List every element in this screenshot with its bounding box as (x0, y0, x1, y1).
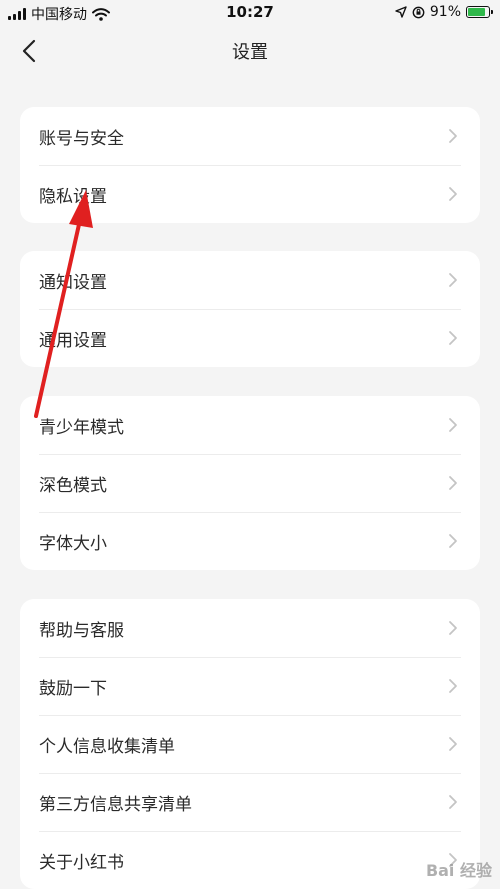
chevron-right-icon (449, 476, 457, 490)
settings-item-dark-mode[interactable]: 深色模式 (20, 454, 480, 512)
chevron-right-icon (449, 331, 457, 345)
battery-icon (466, 6, 493, 18)
settings-item-font-size[interactable]: 字体大小 (20, 512, 480, 570)
orientation-lock-icon (412, 6, 425, 18)
settings-group-general: 通知设置 通用设置 (20, 251, 480, 367)
settings-item-notifications[interactable]: 通知设置 (20, 251, 480, 309)
settings-item-label: 第三方信息共享清单 (39, 794, 192, 815)
settings-item-personal-info-list[interactable]: 个人信息收集清单 (20, 715, 480, 773)
page-title: 设置 (232, 42, 268, 63)
status-right: 91% (395, 4, 493, 20)
settings-item-about[interactable]: 关于小红书 (20, 831, 480, 889)
chevron-right-icon (449, 129, 457, 143)
settings-item-label: 通知设置 (39, 272, 107, 293)
chevron-right-icon (449, 187, 457, 201)
settings-item-account-security[interactable]: 账号与安全 (20, 107, 480, 165)
nav-bar: 设置 (0, 28, 500, 74)
settings-item-label: 深色模式 (39, 475, 107, 496)
settings-group-display: 青少年模式 深色模式 字体大小 (20, 396, 480, 570)
chevron-right-icon (449, 795, 457, 809)
settings-item-label: 账号与安全 (39, 128, 124, 149)
settings-item-label: 个人信息收集清单 (39, 736, 175, 757)
chevron-right-icon (449, 273, 457, 287)
settings-item-label: 帮助与客服 (39, 620, 124, 641)
settings-item-label: 通用设置 (39, 330, 107, 351)
status-bar: 中国移动 10:27 91% (0, 0, 500, 28)
settings-item-teen-mode[interactable]: 青少年模式 (20, 396, 480, 454)
settings-item-label: 隐私设置 (39, 186, 107, 207)
settings-item-help[interactable]: 帮助与客服 (20, 599, 480, 657)
watermark: Bai 经验 (425, 861, 492, 880)
settings-item-label: 字体大小 (39, 533, 107, 554)
battery-cap (491, 10, 493, 14)
settings-item-privacy[interactable]: 隐私设置 (20, 165, 480, 223)
settings-item-third-party-list[interactable]: 第三方信息共享清单 (20, 773, 480, 831)
chevron-right-icon (449, 679, 457, 693)
settings-group-account: 账号与安全 隐私设置 (20, 107, 480, 223)
battery-fill (468, 8, 485, 16)
chevron-right-icon (449, 418, 457, 432)
settings-item-label: 鼓励一下 (39, 678, 107, 699)
chevron-right-icon (449, 737, 457, 751)
settings-item-general[interactable]: 通用设置 (20, 309, 480, 367)
settings-group-about: 帮助与客服 鼓励一下 个人信息收集清单 第三方信息共享清单 关于小红书 (20, 599, 480, 889)
settings-item-encourage[interactable]: 鼓励一下 (20, 657, 480, 715)
location-icon (395, 6, 407, 18)
settings-item-label: 关于小红书 (39, 852, 124, 873)
chevron-right-icon (449, 621, 457, 635)
settings-item-label: 青少年模式 (39, 417, 124, 438)
chevron-right-icon (449, 534, 457, 548)
battery-percent: 91% (429, 4, 461, 20)
